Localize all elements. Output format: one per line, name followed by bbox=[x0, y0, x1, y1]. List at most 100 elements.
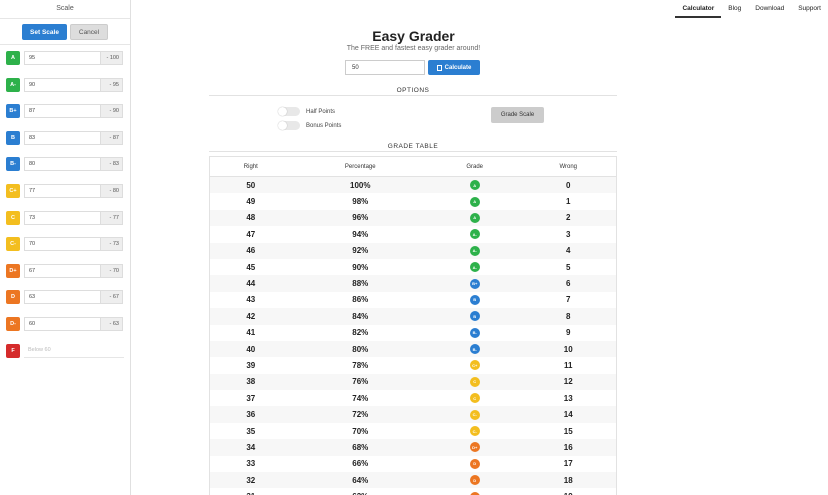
cell-grade: D bbox=[429, 475, 521, 486]
scale-min-input[interactable]: 63 bbox=[24, 290, 101, 305]
cell-wrong: 1 bbox=[566, 197, 571, 207]
cell-wrong: 3 bbox=[566, 229, 571, 239]
grade-badge: A bbox=[6, 51, 20, 65]
cell-right: 44 bbox=[246, 279, 256, 289]
cell-grade: B+ bbox=[429, 278, 521, 289]
cell-percentage: 80% bbox=[352, 344, 369, 354]
cell-right: 49 bbox=[246, 197, 256, 207]
scale-max-value: - 83 bbox=[101, 157, 123, 172]
scale-min-input[interactable]: 90 bbox=[24, 77, 101, 92]
cell-percentage: 84% bbox=[352, 311, 369, 321]
scale-row: F Below 60 bbox=[6, 343, 124, 358]
cell-wrong: 5 bbox=[566, 262, 571, 272]
scale-min-input[interactable]: 83 bbox=[24, 130, 101, 145]
grade-dot: A bbox=[469, 196, 480, 207]
scale-min-input[interactable]: Below 60 bbox=[24, 343, 124, 358]
grade-dot: B bbox=[469, 311, 480, 322]
table-row: 42 84% B 8 bbox=[210, 308, 616, 325]
cell-percentage: 82% bbox=[352, 328, 369, 338]
header-percentage: Percentage bbox=[344, 163, 376, 170]
cell-right: 48 bbox=[246, 213, 256, 223]
grade-table-title: GRADE TABLE bbox=[387, 143, 439, 150]
cell-wrong: 11 bbox=[564, 360, 573, 370]
scale-min-input[interactable]: 80 bbox=[24, 157, 101, 172]
table-row: 3162%D19 bbox=[210, 488, 616, 495]
cell-grade: A bbox=[429, 180, 521, 191]
grade-dot: B- bbox=[469, 327, 480, 338]
table-row: 35 70% C- 15 bbox=[210, 423, 616, 439]
cell-percentage: 66% bbox=[352, 459, 369, 469]
table-row: 33 66% D 17 bbox=[210, 456, 616, 472]
table-row: 32 64% D 18 bbox=[210, 472, 616, 489]
cell-grade: B bbox=[429, 311, 521, 322]
cell-right: 38 bbox=[246, 377, 256, 387]
cell-right: 32 bbox=[246, 475, 256, 485]
cell-wrong: 9 bbox=[566, 328, 571, 338]
half-points-toggle[interactable] bbox=[278, 107, 300, 116]
cell-percentage: 98% bbox=[352, 197, 369, 207]
grade-dot: A- bbox=[469, 229, 480, 240]
total-questions-input[interactable]: 50 bbox=[345, 60, 425, 75]
calculate-button[interactable]: Calculate bbox=[428, 60, 480, 75]
cell-right: 39 bbox=[246, 360, 256, 370]
table-row: 45 90% A- 5 bbox=[210, 259, 616, 275]
bonus-points-toggle[interactable] bbox=[278, 121, 300, 130]
table-row: 47 94% A- 3 bbox=[210, 226, 616, 242]
grade-scale-button[interactable]: Grade Scale bbox=[491, 107, 544, 123]
scale-min-input[interactable]: 87 bbox=[24, 104, 101, 119]
scale-max-value: - 73 bbox=[101, 237, 123, 252]
set-scale-button[interactable]: Set Scale bbox=[22, 24, 67, 40]
grade-badge: D+ bbox=[6, 263, 20, 278]
cell-wrong: 2 bbox=[566, 213, 571, 223]
grade-dot: C bbox=[469, 376, 480, 387]
grade-dot: C- bbox=[469, 426, 480, 437]
grade-table: Right Percentage Grade Wrong 50 100% A 0 49 9… bbox=[209, 156, 617, 495]
scale-min-input[interactable]: 73 bbox=[24, 210, 101, 225]
table-row: 46 92% A- 4 bbox=[210, 242, 616, 259]
cell-right: 43 bbox=[246, 295, 256, 305]
cell-right: 46 bbox=[246, 246, 256, 256]
table-row: 38 76% C 12 bbox=[210, 373, 616, 391]
sidebar-title: Scale bbox=[56, 5, 74, 12]
nav-calculator[interactable]: Calculator bbox=[675, 0, 722, 18]
cell-right: 37 bbox=[246, 393, 256, 403]
scale-row: C 73- 77 bbox=[6, 210, 124, 225]
scale-min-input[interactable]: 95 bbox=[24, 51, 101, 65]
table-row: 34 68% D+ 16 bbox=[210, 439, 616, 456]
cell-percentage: 92% bbox=[352, 246, 369, 256]
grade-dot: B- bbox=[469, 344, 480, 355]
cell-wrong: 4 bbox=[566, 246, 571, 256]
nav-download[interactable]: Download bbox=[748, 0, 791, 18]
scale-row: B+ 87- 90 bbox=[6, 104, 124, 119]
scale-row: B- 80- 83 bbox=[6, 157, 124, 172]
cell-wrong: 13 bbox=[563, 393, 573, 403]
scale-row: C- 70- 73 bbox=[6, 237, 124, 252]
cell-grade: B- bbox=[429, 344, 521, 355]
table-row: 41 82% B- 9 bbox=[210, 325, 616, 341]
table-row: 43 86% B 7 bbox=[210, 292, 616, 308]
cell-right: 47 bbox=[246, 229, 256, 239]
grade-dot: A- bbox=[469, 262, 480, 273]
cell-percentage: 74% bbox=[352, 393, 369, 403]
scale-max-value: - 77 bbox=[101, 210, 123, 225]
sidebar-actions: Set Scale Cancel bbox=[0, 19, 130, 45]
grade-dot: C- bbox=[469, 409, 480, 420]
grade-dot: A bbox=[469, 212, 480, 223]
scale-min-input[interactable]: 67 bbox=[24, 263, 101, 278]
half-points-label: Half Points bbox=[306, 108, 336, 115]
scale-max-value: - 87 bbox=[101, 130, 123, 145]
scale-max-value: - 100 bbox=[101, 51, 123, 65]
scale-max-value: - 67 bbox=[101, 290, 123, 305]
cell-grade: C bbox=[429, 376, 521, 387]
cell-grade: A- bbox=[429, 229, 521, 240]
scale-row: B 83- 87 bbox=[6, 130, 124, 145]
scale-min-input[interactable]: 77 bbox=[24, 184, 101, 198]
scale-min-input[interactable]: 60 bbox=[24, 317, 101, 331]
nav-support[interactable]: Support bbox=[791, 0, 828, 18]
scale-min-input[interactable]: 70 bbox=[24, 237, 101, 252]
nav-blog[interactable]: Blog bbox=[721, 0, 748, 18]
cell-percentage: 64% bbox=[352, 475, 369, 485]
cancel-button[interactable]: Cancel bbox=[70, 24, 108, 40]
calculate-label: Calculate bbox=[444, 64, 472, 71]
table-row: 44 88% B+ 6 bbox=[210, 275, 616, 292]
